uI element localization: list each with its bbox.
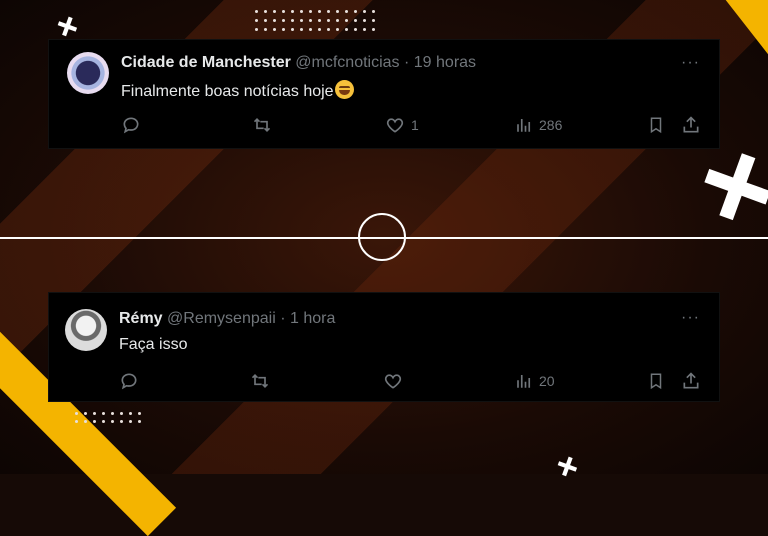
reply-button[interactable] [119,371,145,391]
grinning-sweat-emoji-icon [334,80,354,99]
tweet-text-content: Finalmente boas notícias hoje [121,83,334,100]
share-icon [683,372,699,389]
views-icon [517,375,531,388]
reply-icon [123,117,139,134]
separator: · [404,54,410,71]
timestamp[interactable]: 1 hora [290,310,335,327]
timestamp[interactable]: 19 horas [414,54,476,71]
dots-decoration-top [255,10,375,31]
like-button[interactable]: 1 [385,115,419,135]
retweet-button[interactable] [251,115,279,135]
bookmark-button[interactable] [647,371,665,391]
share-icon [683,116,699,133]
dots-decoration-bottom [75,412,141,423]
like-count: 1 [411,117,419,133]
share-button[interactable] [681,371,701,391]
bookmark-button[interactable] [647,115,665,135]
like-icon [384,374,402,389]
tweet-card[interactable]: Cidade de Manchester @mcfcnoticias · 19 … [48,39,720,149]
separator: · [280,310,286,327]
retweet-button[interactable] [249,371,277,391]
author-name[interactable]: Cidade de Manchester [121,54,291,71]
view-count: 286 [539,117,563,133]
retweet-icon [253,117,271,133]
bookmark-icon [650,117,662,134]
reply-button[interactable] [121,115,147,135]
author-handle[interactable]: @Remysenpaii [167,310,276,327]
author-name[interactable]: Rémy [119,310,163,327]
reply-icon [121,373,137,390]
retweet-icon [251,373,269,389]
tweet-header: Rémy @Remysenpaii · 1 hora [119,310,335,328]
tweet-text: Finalmente boas notícias hoje [121,80,354,101]
author-handle[interactable]: @mcfcnoticias [295,54,399,71]
avatar[interactable] [67,52,109,94]
bookmark-icon [650,373,662,390]
view-count: 20 [539,373,555,389]
tweet-text: Faça isso [119,336,188,353]
views-button[interactable]: 20 [515,371,555,391]
views-button[interactable]: 286 [515,115,562,135]
tweet-card[interactable]: Rémy @Remysenpaii · 1 hora ··· Faça isso… [48,292,720,402]
more-options-icon[interactable]: ··· [681,54,700,72]
more-options-icon[interactable]: ··· [681,309,700,327]
center-circle [358,213,406,261]
share-button[interactable] [681,115,701,135]
tweet-header: Cidade de Manchester @mcfcnoticias · 19 … [121,54,476,72]
like-icon [386,118,404,133]
like-button[interactable] [383,371,409,391]
views-icon [517,119,531,132]
avatar[interactable] [65,309,107,351]
